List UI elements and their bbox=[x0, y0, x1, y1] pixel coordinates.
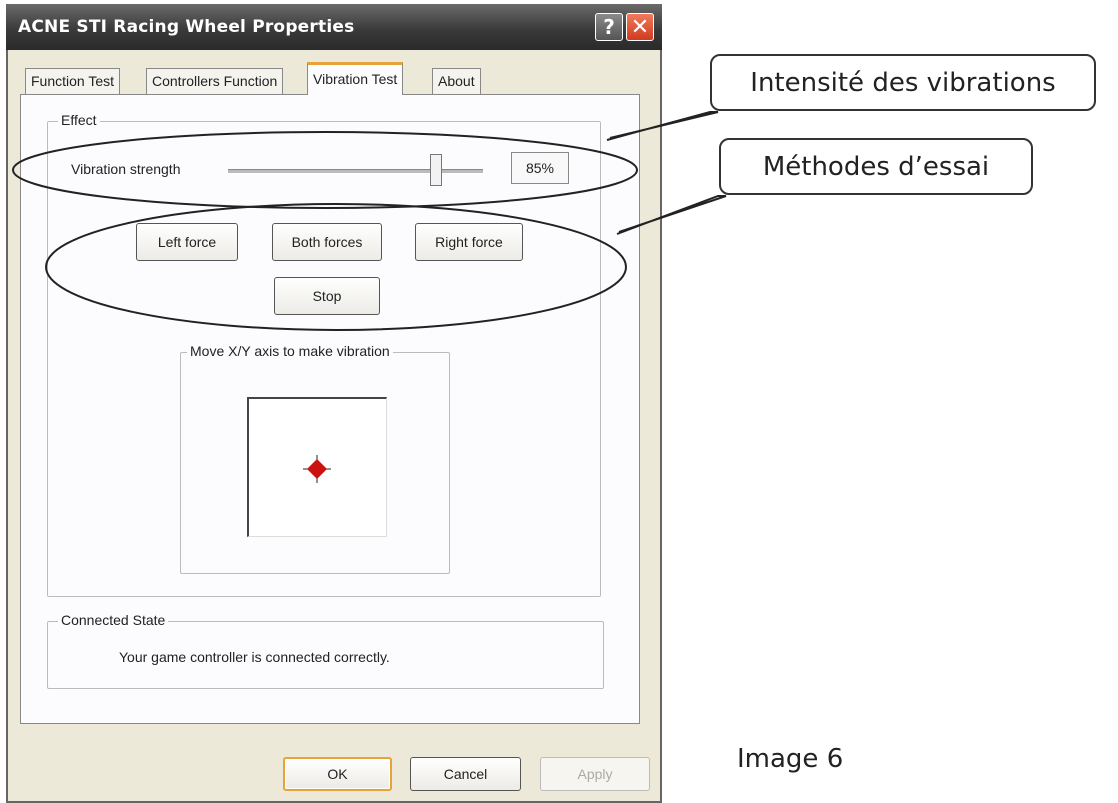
vibration-strength-value: 85% bbox=[511, 152, 569, 184]
ok-button[interactable]: OK bbox=[283, 757, 392, 791]
tab-function-test[interactable]: Function Test bbox=[25, 68, 121, 94]
callout-methods: Méthodes d’essai bbox=[719, 138, 1033, 195]
apply-button[interactable]: Apply bbox=[540, 757, 650, 791]
image-caption: Image 6 bbox=[737, 744, 844, 774]
crosshair-diamond-icon bbox=[303, 455, 331, 483]
vibration-strength-label: Vibration strength bbox=[71, 161, 181, 177]
tab-vibration-test[interactable]: Vibration Test bbox=[307, 62, 404, 95]
effect-group-title: Effect bbox=[58, 112, 100, 128]
vibration-strength-slider-track[interactable] bbox=[228, 169, 483, 174]
both-forces-button[interactable]: Both forces bbox=[272, 223, 382, 261]
help-icon[interactable]: ? bbox=[595, 13, 623, 41]
vibration-strength-slider-thumb[interactable] bbox=[430, 154, 442, 186]
callout-intensity: Intensité des vibrations bbox=[710, 54, 1096, 111]
cancel-button[interactable]: Cancel bbox=[410, 757, 521, 791]
close-icon[interactable]: ✕ bbox=[626, 13, 654, 41]
connected-state-title: Connected State bbox=[58, 612, 169, 628]
tab-controllers-function[interactable]: Controllers Function bbox=[146, 68, 284, 94]
stop-button[interactable]: Stop bbox=[274, 277, 380, 315]
tab-about[interactable]: About bbox=[432, 68, 481, 94]
right-force-button[interactable]: Right force bbox=[415, 223, 523, 261]
title-bar[interactable]: ACNE STI Racing Wheel Properties ? ✕ bbox=[6, 4, 662, 50]
left-force-button[interactable]: Left force bbox=[136, 223, 238, 261]
connection-status-text: Your game controller is connected correc… bbox=[119, 649, 390, 665]
xy-axis-group-title: Move X/Y axis to make vibration bbox=[187, 343, 393, 359]
window-title: ACNE STI Racing Wheel Properties bbox=[18, 17, 355, 37]
